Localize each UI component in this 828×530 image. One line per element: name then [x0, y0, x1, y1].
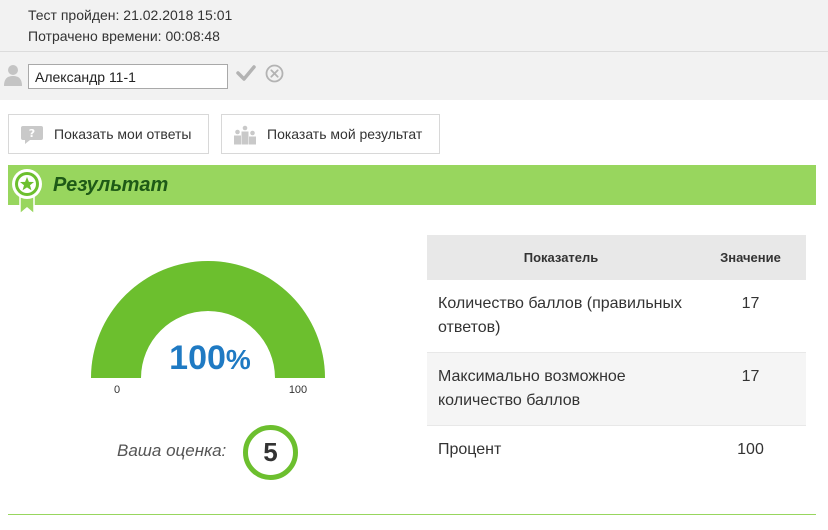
question-bubble-icon: ? [21, 126, 43, 144]
result-title: Результат [53, 174, 169, 196]
podium-icon [234, 125, 256, 145]
time-spent-text: Потрачено времени: 00:08:48 [28, 28, 220, 44]
user-name-input[interactable] [28, 64, 228, 89]
test-passed-text: Тест пройден: 21.02.2018 15:01 [28, 7, 233, 23]
row-value: 17 [741, 295, 760, 312]
show-result-label: Показать мой результат [267, 126, 423, 142]
table-row: Процент 100 [427, 426, 806, 476]
bottom-divider [8, 514, 816, 515]
check-icon[interactable] [236, 64, 256, 82]
show-answers-label: Показать мои ответы [54, 126, 192, 142]
cancel-icon[interactable] [265, 64, 284, 83]
user-icon [4, 65, 22, 86]
top-info-bar: Тест пройден: 21.02.2018 15:01 Потрачено… [0, 0, 828, 100]
table-row: Максимально возможное количество баллов … [427, 353, 806, 426]
percent-number: 100 [169, 339, 226, 377]
show-answers-button[interactable]: ? Показать мои ответы [8, 114, 209, 154]
svg-text:?: ? [29, 127, 35, 140]
gauge-min-label: 0 [113, 384, 121, 396]
percent-sign: % [225, 344, 251, 375]
column-header-indicator: Показатель [523, 250, 599, 265]
row-name: Процент [438, 441, 502, 458]
row-name: Количество баллов (правильных ответов) [438, 295, 682, 336]
award-ribbon-icon [12, 169, 42, 215]
grade-value: 5 [243, 425, 298, 480]
gauge-percent-value: 100% [160, 339, 260, 378]
row-value: 100 [737, 441, 764, 458]
grade-label: Ваша оценка: [117, 441, 227, 460]
table-header: Показатель Значение [427, 235, 806, 280]
divider [0, 51, 828, 52]
gauge-max-label: 100 [288, 384, 308, 396]
table-row: Количество баллов (правильных ответов) 1… [427, 280, 806, 353]
row-value: 17 [741, 368, 760, 385]
row-name: Максимально возможное количество баллов [438, 368, 626, 409]
results-table: Показатель Значение Количество баллов (п… [427, 235, 806, 476]
column-header-value: Значение [720, 250, 781, 265]
show-result-button[interactable]: Показать мой результат [221, 114, 440, 154]
